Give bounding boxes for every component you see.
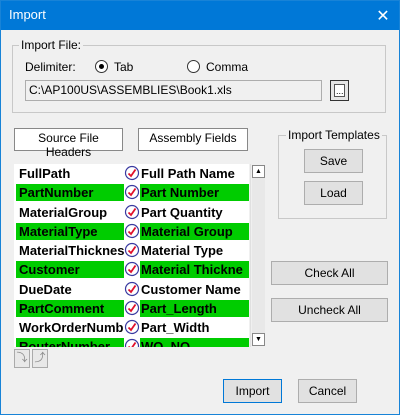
file-path-field[interactable]: C:\AP100US\ASSEMBLIES\Book1.xls: [25, 80, 322, 101]
checkmark-circle-icon[interactable]: [124, 319, 140, 335]
import-dialog: Import ✕ Import File: Delimiter: Tab Com…: [0, 0, 400, 415]
save-template-button[interactable]: Save: [304, 149, 363, 173]
move-up-icon: ⤴: [34, 352, 46, 364]
assembly-field-cell[interactable]: WO_NO: [140, 338, 249, 347]
load-template-button[interactable]: Load: [304, 181, 363, 205]
radio-tab[interactable]: [95, 60, 108, 73]
window-title: Import: [9, 7, 46, 22]
source-header-cell[interactable]: PartNumber: [16, 184, 124, 202]
assembly-field-cell[interactable]: Material Group: [140, 222, 249, 240]
mapping-row[interactable]: RouterNumber WO_NO: [14, 337, 249, 347]
checkmark-circle-icon[interactable]: [124, 184, 140, 200]
assembly-field-cell[interactable]: Material Thickne: [140, 261, 249, 279]
mapping-row[interactable]: MaterialGroup Part Quantity: [14, 203, 249, 222]
mapping-row[interactable]: MaterialThicknes Material Type: [14, 241, 249, 260]
source-header-cell[interactable]: MaterialThicknes: [16, 242, 124, 259]
source-header-cell[interactable]: WorkOrderNumb: [16, 319, 124, 336]
assembly-field-cell[interactable]: Part Quantity: [140, 204, 249, 221]
source-header-cell[interactable]: PartComment: [16, 299, 124, 317]
source-header-cell[interactable]: Customer: [16, 261, 124, 279]
assembly-fields-header: Assembly Fields: [138, 128, 248, 151]
mapping-row[interactable]: PartNumber Part Number: [14, 183, 249, 202]
mapping-row[interactable]: DueDate Customer Name: [14, 280, 249, 299]
mapping-row[interactable]: PartComment Part_Length: [14, 299, 249, 318]
source-header-cell[interactable]: FullPath: [16, 165, 124, 182]
import-file-group: [12, 45, 386, 113]
checkmark-circle-icon[interactable]: [124, 261, 140, 277]
browse-button[interactable]: [330, 80, 349, 101]
grid-scrollbar[interactable]: ▲ ▼: [250, 164, 265, 347]
move-row-up-button[interactable]: ⤴: [32, 349, 48, 368]
browse-icon: [334, 84, 345, 97]
delimiter-label: Delimiter:: [25, 60, 76, 74]
radio-comma[interactable]: [187, 60, 200, 73]
source-header-cell[interactable]: RouterNumber: [16, 338, 124, 347]
import-button[interactable]: Import: [223, 379, 282, 403]
mapping-row[interactable]: FullPath Full Path Name: [14, 164, 249, 183]
field-mapping-grid: FullPath Full Path Name PartNumber Part Num…: [14, 164, 249, 347]
close-button[interactable]: ✕: [367, 1, 399, 30]
checkmark-circle-icon[interactable]: [124, 242, 140, 258]
assembly-field-cell[interactable]: Material Type: [140, 242, 249, 259]
assembly-field-cell[interactable]: Customer Name: [140, 281, 249, 298]
source-header-cell[interactable]: MaterialType: [16, 222, 124, 240]
mapping-row[interactable]: MaterialType Material Group: [14, 222, 249, 241]
checkmark-circle-icon[interactable]: [124, 338, 140, 347]
check-all-button[interactable]: Check All: [271, 261, 388, 285]
move-row-down-button[interactable]: ⤵: [14, 349, 30, 368]
scroll-down-arrow-icon[interactable]: ▼: [252, 333, 265, 346]
source-file-headers-header: Source File Headers: [14, 128, 123, 159]
import-templates-group: [278, 135, 387, 219]
cancel-button[interactable]: Cancel: [298, 379, 357, 403]
uncheck-all-button[interactable]: Uncheck All: [271, 298, 388, 322]
assembly-field-cell[interactable]: Part Number: [140, 184, 249, 202]
scroll-up-arrow-icon[interactable]: ▲: [252, 165, 265, 178]
checkmark-circle-icon[interactable]: [124, 165, 140, 181]
assembly-field-cell[interactable]: Part_Width: [140, 319, 249, 336]
assembly-field-cell[interactable]: Part_Length: [140, 299, 249, 317]
close-icon: ✕: [376, 7, 390, 25]
checkmark-circle-icon[interactable]: [124, 281, 140, 297]
mapping-row[interactable]: WorkOrderNumb Part_Width: [14, 318, 249, 337]
mapping-row[interactable]: Customer Material Thickne: [14, 260, 249, 279]
title-bar: Import ✕: [1, 1, 399, 30]
move-down-icon: ⤵: [16, 352, 28, 364]
radio-comma-label[interactable]: Comma: [206, 60, 248, 74]
scroll-track[interactable]: [252, 178, 265, 333]
checkmark-circle-icon[interactable]: [124, 204, 140, 220]
source-header-cell[interactable]: MaterialGroup: [16, 204, 124, 221]
assembly-field-cell[interactable]: Full Path Name: [140, 165, 249, 182]
import-templates-group-label: Import Templates: [286, 128, 382, 142]
import-file-group-label: Import File:: [19, 38, 84, 52]
source-header-cell[interactable]: DueDate: [16, 281, 124, 298]
radio-tab-label[interactable]: Tab: [114, 60, 133, 74]
checkmark-circle-icon[interactable]: [124, 223, 140, 239]
checkmark-circle-icon[interactable]: [124, 300, 140, 316]
